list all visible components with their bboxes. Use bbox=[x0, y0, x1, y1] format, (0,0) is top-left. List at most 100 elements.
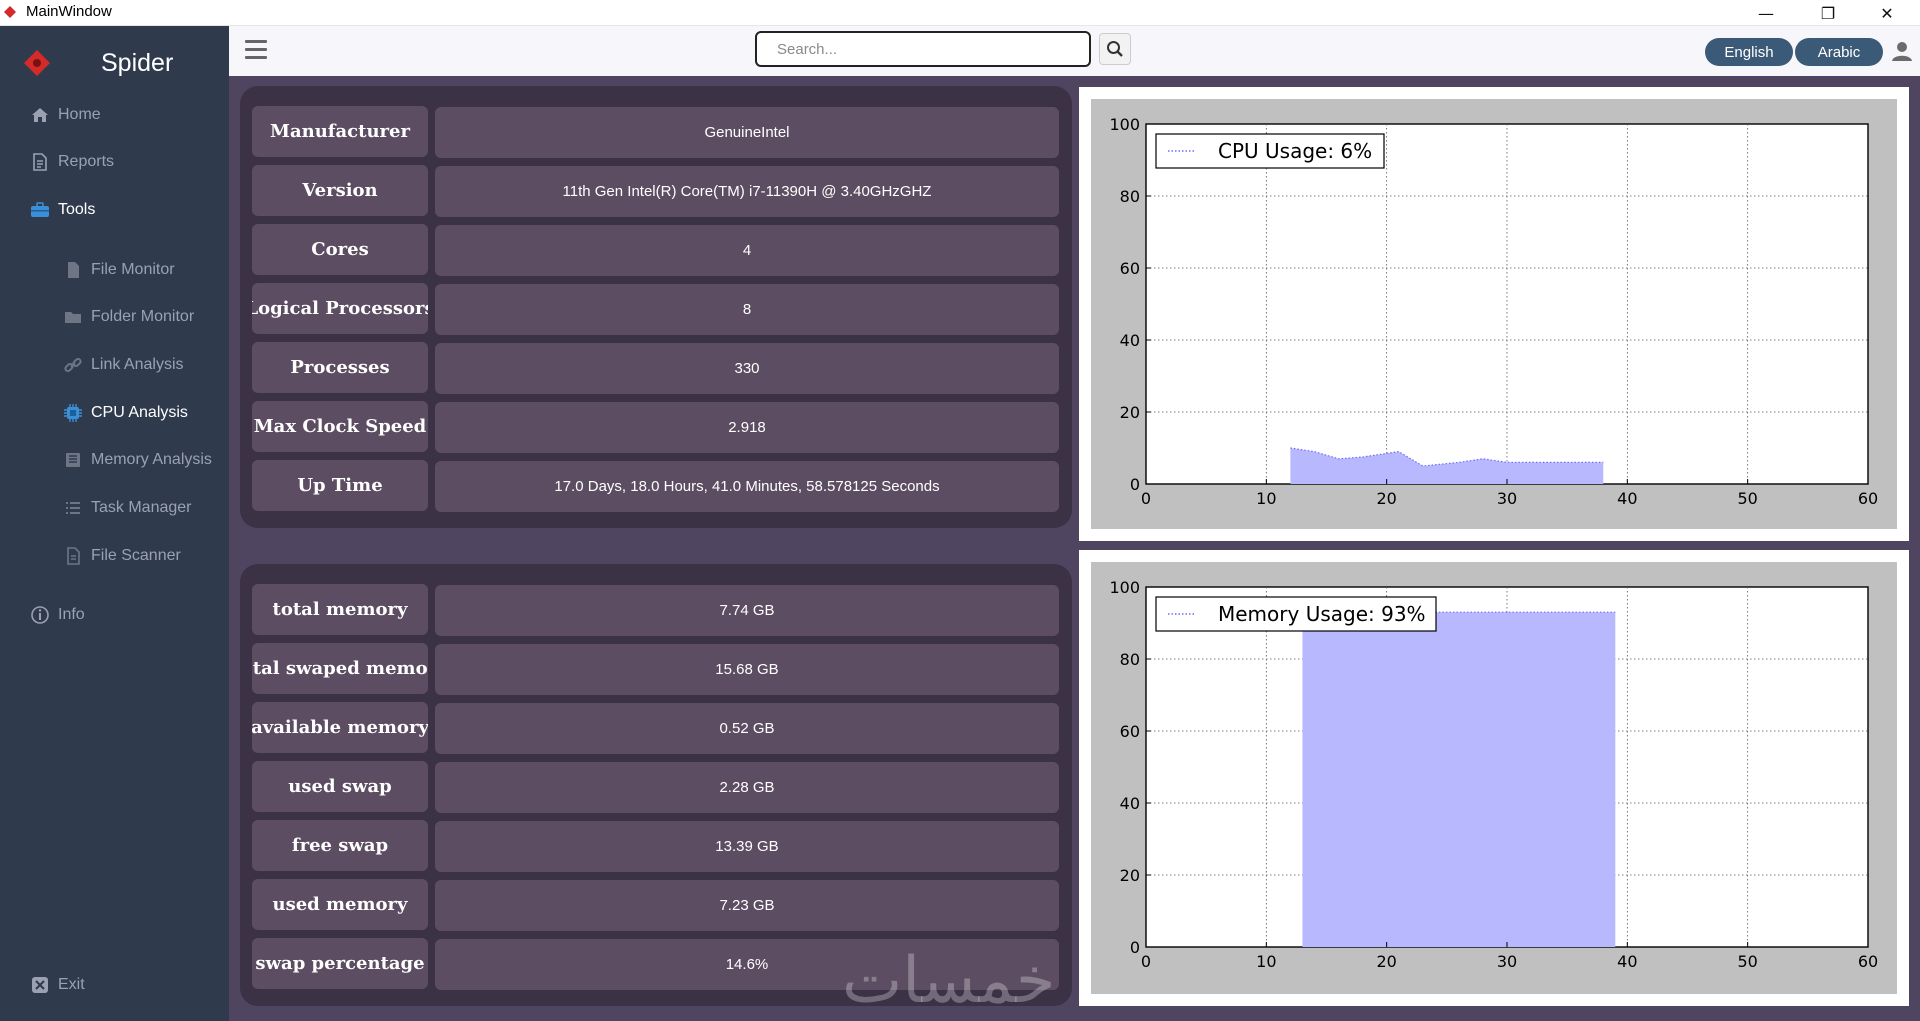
sidebar-item-reports[interactable]: Reports bbox=[30, 152, 114, 172]
memory-info-label: total swaped memory bbox=[252, 643, 428, 694]
app-icon bbox=[4, 6, 16, 18]
hamburger-icon-line bbox=[245, 48, 267, 51]
chart-legend: CPU Usage: 6% bbox=[1155, 133, 1385, 169]
memory-info-label: available memory bbox=[252, 702, 428, 753]
link-icon bbox=[64, 357, 82, 373]
info-icon bbox=[31, 606, 49, 624]
sidebar-item-label: File Scanner bbox=[91, 547, 181, 564]
x-tick-label: 30 bbox=[1497, 489, 1517, 508]
cpu-info-label: Logical Processors bbox=[252, 283, 428, 334]
search-button[interactable] bbox=[1099, 33, 1131, 65]
cpu-info-label: Up Time bbox=[252, 460, 428, 511]
memory-info-label: used swap bbox=[252, 761, 428, 812]
y-tick-label: 100 bbox=[1109, 115, 1140, 134]
sidebar-item-label: Home bbox=[58, 106, 101, 123]
cpu-icon bbox=[64, 404, 82, 422]
memory-usage-chart-svg: 0 10 20 30 40 50 60 0 20 40 60 80 100 Memory Usage: 9… bbox=[1109, 578, 1878, 971]
sidebar: Spider Home Reports Tools File Monitor F… bbox=[0, 26, 229, 1021]
series-area bbox=[1302, 612, 1616, 947]
x-tick-label: 50 bbox=[1737, 952, 1757, 971]
minimize-button[interactable]: — bbox=[1739, 0, 1793, 26]
sidebar-item-link-analysis[interactable]: Link Analysis bbox=[63, 355, 184, 375]
x-tick-label: 50 bbox=[1737, 489, 1757, 508]
sidebar-item-file-scanner[interactable]: File Scanner bbox=[63, 546, 181, 566]
x-tick-label: 60 bbox=[1858, 952, 1878, 971]
brand-name: Spider bbox=[101, 49, 174, 77]
memory-info-label: used memory bbox=[252, 879, 428, 930]
sidebar-item-folder-monitor[interactable]: Folder Monitor bbox=[63, 307, 194, 327]
cpu-info-value: 4 bbox=[435, 225, 1059, 276]
close-button[interactable]: ✕ bbox=[1860, 0, 1914, 26]
cpu-info-label: Manufacturer bbox=[252, 106, 428, 157]
sidebar-item-memory-analysis[interactable]: Memory Analysis bbox=[63, 450, 212, 470]
memory-usage-chart: 0 10 20 30 40 50 60 0 20 40 60 80 100 Memory Usage: 9… bbox=[1091, 562, 1897, 994]
memory-usage-chart-frame: 0 10 20 30 40 50 60 0 20 40 60 80 100 Memory Usage: 9… bbox=[1079, 550, 1909, 1006]
list-icon bbox=[66, 502, 80, 514]
cpu-usage-chart: 0 10 20 30 40 50 60 0 20 40 60 80 100 CPU Usage: 6% bbox=[1091, 99, 1897, 529]
sidebar-item-file-monitor[interactable]: File Monitor bbox=[63, 260, 175, 280]
legend-label: CPU Usage: 6% bbox=[1218, 139, 1372, 163]
search-icon bbox=[1107, 41, 1123, 57]
memory-info-value: 15.68 GB bbox=[435, 644, 1059, 695]
restore-button[interactable]: ❐ bbox=[1801, 0, 1855, 26]
memory-info-value: 13.39 GB bbox=[435, 821, 1059, 872]
search-input[interactable] bbox=[755, 31, 1091, 67]
sidebar-item-label: Memory Analysis bbox=[91, 451, 212, 468]
y-tick-label: 60 bbox=[1120, 722, 1140, 741]
sidebar-item-info[interactable]: Info bbox=[30, 605, 85, 625]
sidebar-item-task-manager[interactable]: Task Manager bbox=[63, 498, 192, 518]
y-tick-label: 40 bbox=[1120, 794, 1140, 813]
english-button[interactable]: English bbox=[1705, 38, 1793, 66]
window-title: MainWindow bbox=[26, 3, 112, 20]
sidebar-item-label: Reports bbox=[58, 153, 115, 170]
cpu-info-value: 330 bbox=[435, 343, 1059, 394]
watermark-logo: خمسات bbox=[842, 944, 1056, 1018]
home-icon bbox=[32, 108, 48, 122]
y-tick-label: 40 bbox=[1120, 331, 1140, 350]
memory-info-label: swap percentage bbox=[252, 938, 428, 989]
spider-logo-icon bbox=[24, 50, 50, 76]
user-icon[interactable] bbox=[1891, 40, 1913, 62]
restore-icon: ❐ bbox=[1820, 3, 1836, 23]
x-tick-label: 20 bbox=[1376, 489, 1396, 508]
memory-info-value: 7.74 GB bbox=[435, 585, 1059, 636]
y-tick-label: 20 bbox=[1120, 866, 1140, 885]
cpu-info-label: Cores bbox=[252, 224, 428, 275]
cpu-info-panel: Manufacturer GenuineIntel Version 11th Gen … bbox=[240, 86, 1072, 528]
x-tick-label: 30 bbox=[1497, 952, 1517, 971]
hamburger-icon bbox=[245, 40, 267, 43]
sidebar-item-label: Folder Monitor bbox=[91, 308, 195, 325]
file-icon bbox=[68, 262, 79, 278]
cpu-usage-chart-frame: 0 10 20 30 40 50 60 0 20 40 60 80 100 CPU Usage: 6% bbox=[1079, 87, 1909, 541]
y-tick-label: 100 bbox=[1109, 578, 1140, 597]
x-tick-label: 10 bbox=[1256, 489, 1276, 508]
english-label: English bbox=[1724, 43, 1774, 61]
x-tick-label: 0 bbox=[1141, 952, 1151, 971]
cpu-info-value: 2.918 bbox=[435, 402, 1059, 453]
sidebar-item-label: File Monitor bbox=[91, 261, 175, 278]
sidebar-item-cpu-analysis[interactable]: CPU Analysis bbox=[63, 403, 188, 423]
x-tick-label: 60 bbox=[1858, 489, 1878, 508]
menu-toggle-button[interactable] bbox=[245, 40, 267, 60]
sidebar-item-tools[interactable]: Tools bbox=[30, 200, 95, 220]
arabic-button[interactable]: Arabic bbox=[1795, 38, 1883, 66]
cpu-info-value: 17.0 Days, 18.0 Hours, 41.0 Minutes, 58.… bbox=[435, 461, 1059, 512]
memory-info-panel: total memory7.74 GBtotal swaped memory15… bbox=[240, 564, 1072, 1006]
legend-label: Memory Usage: 93% bbox=[1218, 602, 1426, 626]
hamburger-icon-line bbox=[245, 56, 267, 59]
title-bar: MainWindow — ❐ ✕ bbox=[0, 0, 1920, 26]
memory-info-label: total memory bbox=[252, 584, 428, 635]
y-tick-label: 0 bbox=[1130, 475, 1140, 494]
sidebar-item-home[interactable]: Home bbox=[30, 105, 101, 125]
file-scan-icon bbox=[67, 547, 80, 565]
sidebar-item-label: Task Manager bbox=[91, 499, 192, 516]
cpu-info-value: 8 bbox=[435, 284, 1059, 335]
x-tick-label: 40 bbox=[1617, 952, 1637, 971]
sidebar-item-label: Exit bbox=[58, 976, 85, 993]
memory-info-label: free swap bbox=[252, 820, 428, 871]
sidebar-item-label: CPU Analysis bbox=[91, 404, 188, 421]
sidebar-item-exit[interactable]: Exit bbox=[30, 975, 85, 995]
x-tick-label: 40 bbox=[1617, 489, 1637, 508]
y-tick-label: 80 bbox=[1120, 650, 1140, 669]
cpu-info-label: Max Clock Speed bbox=[252, 401, 428, 452]
